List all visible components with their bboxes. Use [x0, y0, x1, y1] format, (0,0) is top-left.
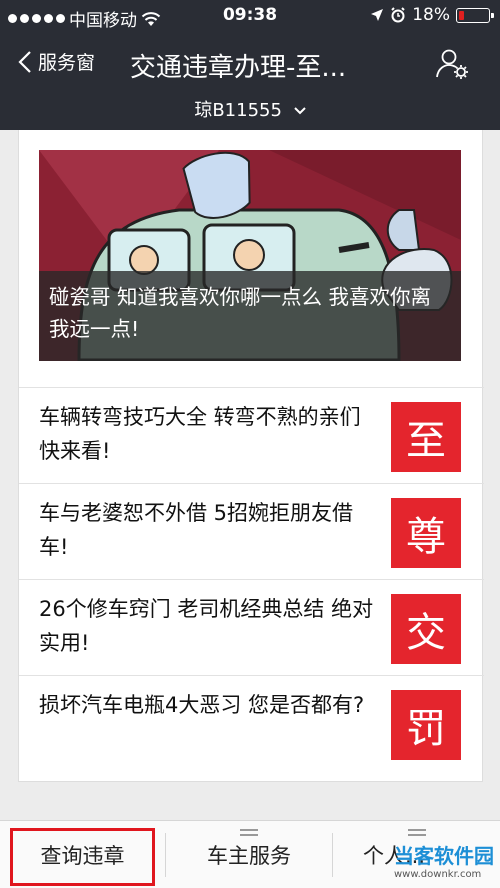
article-item[interactable]: 损坏汽车电瓶4大恶习 您是否都有? 罚	[19, 675, 484, 771]
page-title: 交通违章办理-至...	[130, 53, 347, 83]
hero-banner[interactable]: 碰瓷哥 知道我喜欢你哪一点么 我喜欢你离我远一点!	[39, 150, 461, 361]
article-title: 26个修车窍门 老司机经典总结 绝对实用!	[39, 597, 374, 655]
chevron-left-icon	[18, 50, 31, 73]
annotation-highlight-box	[10, 828, 155, 886]
article-thumbnail: 尊	[391, 498, 461, 568]
user-settings-icon	[436, 49, 468, 79]
menu-lines-icon	[407, 829, 426, 839]
news-card: 碰瓷哥 知道我喜欢你哪一点么 我喜欢你离我远一点! 车辆转弯技巧大全 转弯不熟的…	[18, 130, 484, 782]
article-thumbnail: 至	[391, 402, 461, 472]
tab-owner-services[interactable]: 车主服务	[166, 821, 332, 888]
article-item[interactable]: 车与老婆恕不外借 5招婉拒朋友借车! 尊	[19, 483, 484, 579]
back-button[interactable]: 服务窗	[18, 48, 95, 75]
location-arrow-icon	[371, 9, 384, 21]
back-label: 服务窗	[38, 52, 96, 74]
chevron-down-icon	[293, 107, 306, 115]
article-item[interactable]: 车辆转弯技巧大全 转弯不熟的亲们快来看! 至	[19, 387, 484, 483]
watermark-sub: www.downkr.com	[394, 869, 482, 880]
menu-lines-icon	[240, 829, 258, 839]
nav-bar: 服务窗 交通违章办理-至... 琼B11555	[0, 34, 500, 130]
site-watermark: 当客软件园 www.downkr.com	[394, 840, 494, 880]
profile-settings-button[interactable]	[436, 48, 470, 84]
article-title: 车与老婆恕不外借 5招婉拒朋友借车!	[39, 501, 354, 559]
hero-caption: 碰瓷哥 知道我喜欢你哪一点么 我喜欢你离我远一点!	[39, 271, 461, 361]
alarm-clock-icon	[391, 7, 405, 23]
plate-number: 琼B11555	[194, 100, 282, 121]
article-item[interactable]: 26个修车窍门 老司机经典总结 绝对实用! 交	[19, 579, 484, 675]
battery-percent: 18%	[412, 5, 450, 25]
article-thumbnail: 交	[391, 594, 461, 664]
plate-selector[interactable]: 琼B11555	[0, 96, 500, 122]
article-title: 损坏汽车电瓶4大恶习 您是否都有?	[39, 693, 365, 717]
tab-label: 车主服务	[207, 844, 291, 868]
status-bar: 中国移动 09:38 18%	[0, 0, 500, 34]
battery-level-fill	[459, 10, 464, 20]
article-thumbnail: 罚	[391, 690, 461, 760]
status-right-group: 18%	[370, 5, 494, 25]
watermark-main: 当客软件园	[394, 844, 494, 868]
article-title: 车辆转弯技巧大全 转弯不熟的亲们快来看!	[39, 405, 361, 463]
battery-icon	[456, 7, 494, 23]
